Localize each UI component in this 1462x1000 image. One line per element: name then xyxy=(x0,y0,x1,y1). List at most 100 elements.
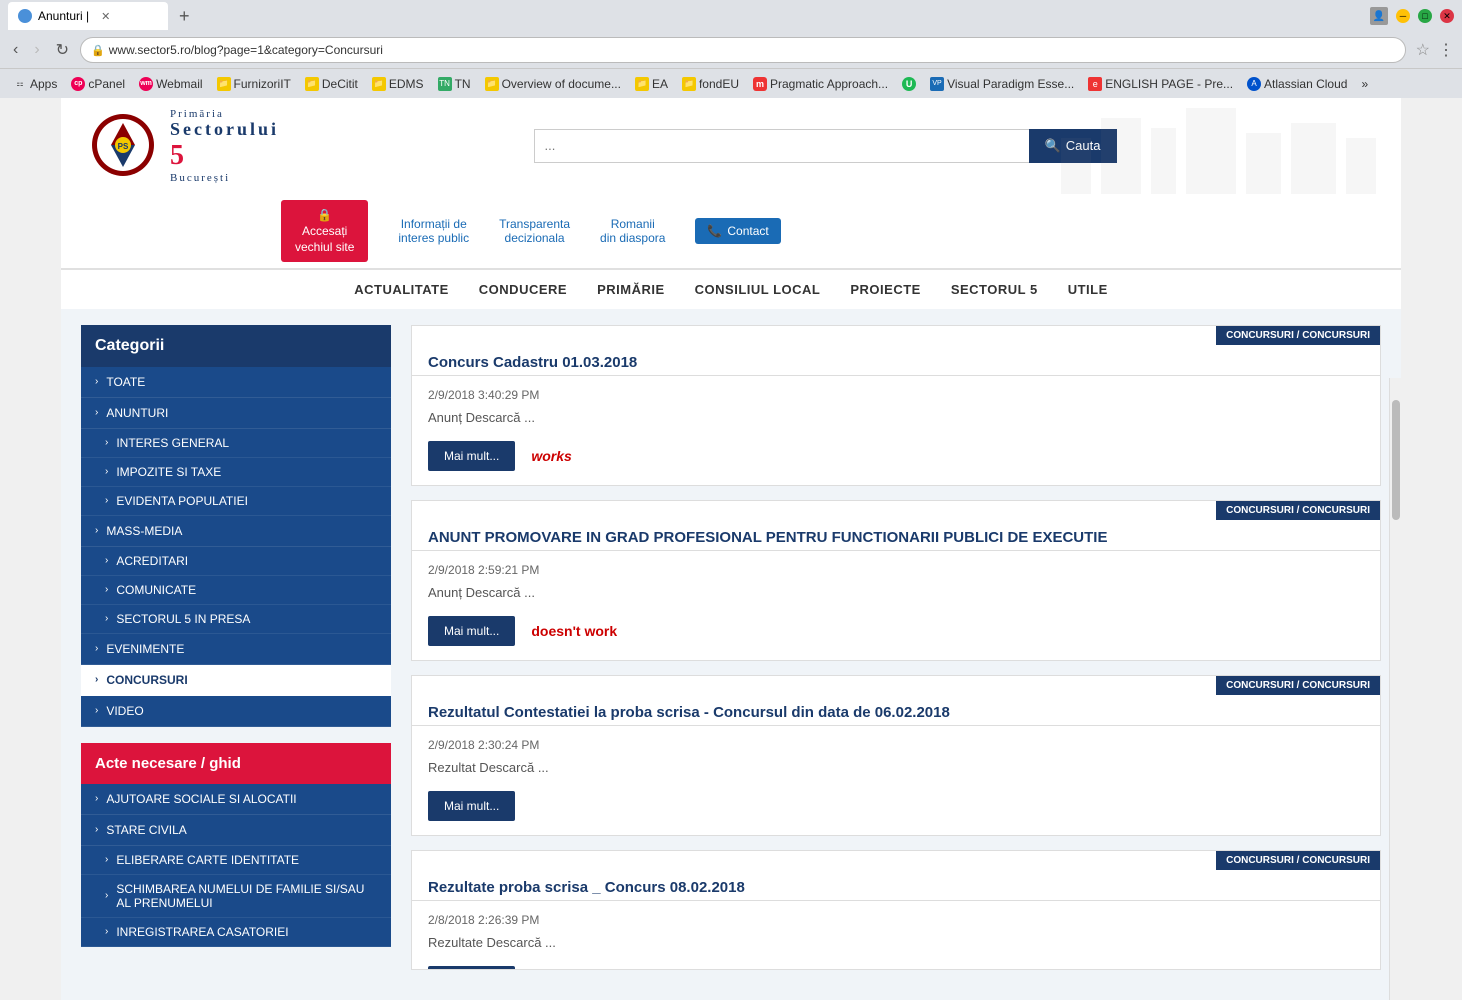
sidebar-item-stare-civila[interactable]: › STARE CIVILA xyxy=(81,815,391,846)
post-tag-3: CONCURSURI / CONCURSURI xyxy=(1216,676,1380,695)
address-text: www.sector5.ro/blog?page=1&category=Conc… xyxy=(109,43,383,57)
chevron-icon: › xyxy=(105,926,108,937)
scrollbar-thumb[interactable] xyxy=(1392,400,1400,520)
sidebar-item-video[interactable]: › VIDEO xyxy=(81,696,391,727)
bookmark-edms-label: EDMS xyxy=(389,77,424,91)
sidebar-item-evidenta[interactable]: › EVIDENTA POPULATIEI xyxy=(81,487,391,516)
nav-actualitate[interactable]: ACTUALITATE xyxy=(354,278,449,301)
info-public-item[interactable]: Informații de interes public xyxy=(398,217,469,245)
sidebar-item-impozite-label: IMPOZITE SI TAXE xyxy=(116,465,221,479)
nav-primarie[interactable]: PRIMĂRIE xyxy=(597,278,665,301)
minimize-button[interactable]: ─ xyxy=(1396,9,1410,23)
nav-proiecte[interactable]: PROIECTE xyxy=(850,278,920,301)
bookmark-atlassian[interactable]: A Atlassian Cloud xyxy=(1242,75,1352,93)
tn-icon: TN xyxy=(438,77,452,91)
bookmark-decitit[interactable]: 📁 DeCitit xyxy=(300,75,363,93)
maximize-button[interactable]: □ xyxy=(1418,9,1432,23)
forward-button[interactable]: › xyxy=(29,39,44,61)
bookmark-more[interactable]: » xyxy=(1356,75,1373,93)
tab-close-button[interactable]: ✕ xyxy=(101,10,110,23)
chevron-icon: › xyxy=(105,555,108,566)
post-tag-1: CONCURSURI / CONCURSURI xyxy=(1216,326,1380,345)
post-meta-3: 2/9/2018 2:30:24 PM xyxy=(412,732,1380,758)
sidebar-item-toate[interactable]: › TOATE xyxy=(81,367,391,398)
coat-of-arms-svg: PS xyxy=(91,113,156,178)
vp-icon: VP xyxy=(930,77,944,91)
bookmark-edms[interactable]: 📁 EDMS xyxy=(367,75,429,93)
search-area: 🔍 Cauta xyxy=(295,129,1355,163)
sidebar-item-evenimente[interactable]: › EVENIMENTE xyxy=(81,634,391,665)
categories-list: › TOATE › ANUNTURI › INTERES GENERAL › I… xyxy=(81,367,391,727)
mai-mult-btn-2[interactable]: Mai mult... xyxy=(428,616,515,646)
mai-mult-btn-4[interactable]: Mai mult... xyxy=(428,966,515,970)
bookmark-apps[interactable]: ⚏ Apps xyxy=(8,75,62,93)
logo-area: PS Primăria Sectorului 5 București xyxy=(91,108,279,184)
overview-icon: 📁 xyxy=(485,77,499,91)
sidebar-item-sectorul5-presa[interactable]: › SECTORUL 5 IN PRESA xyxy=(81,605,391,634)
bookmark-star-button[interactable]: ☆ xyxy=(1416,40,1430,60)
bookmark-ea[interactable]: 📁 EA xyxy=(630,75,673,93)
bookmark-tn[interactable]: TN TN xyxy=(433,75,476,93)
nav-conducere[interactable]: CONDUCERE xyxy=(479,278,567,301)
back-button[interactable]: ‹ xyxy=(8,39,23,61)
mai-mult-btn-1[interactable]: Mai mult... xyxy=(428,441,515,471)
tab-title: Anunturi | xyxy=(38,9,89,23)
reload-button[interactable]: ↻ xyxy=(51,38,74,62)
bookmark-vp[interactable]: VP Visual Paradigm Esse... xyxy=(925,75,1079,93)
search-button[interactable]: 🔍 Cauta xyxy=(1029,129,1117,163)
sidebar-item-mass-media[interactable]: › MASS-MEDIA xyxy=(81,516,391,547)
browser-tab[interactable]: Anunturi | ✕ xyxy=(8,2,168,30)
chevron-icon: › xyxy=(95,407,98,418)
nav-consiliul-local[interactable]: CONSILIUL LOCAL xyxy=(695,278,821,301)
cpanel-icon: cp xyxy=(71,77,85,91)
sidebar-item-casatorie[interactable]: › INREGISTRAREA CASATORIEI xyxy=(81,918,391,947)
bookmark-u[interactable]: U xyxy=(897,75,921,93)
chevron-icon: › xyxy=(95,793,98,804)
bookmark-more-label: » xyxy=(1361,77,1368,91)
sidebar-item-anunturi[interactable]: › ANUNTURI xyxy=(81,398,391,429)
info-transparenta-item[interactable]: Transparenta decizionala xyxy=(499,217,570,245)
post-btn-area-4: Mai mult... xyxy=(412,960,1380,970)
sidebar-item-eliberare[interactable]: › ELIBERARE CARTE IDENTITATE xyxy=(81,846,391,875)
title-bar: Anunturi | ✕ + 👤 ─ □ ✕ xyxy=(0,0,1462,32)
post-meta-4: 2/8/2018 2:26:39 PM xyxy=(412,907,1380,933)
address-bar[interactable]: 🔒 www.sector5.ro/blog?page=1&category=Co… xyxy=(80,37,1406,63)
accesati-btn[interactable]: 🔒 Accesați vechiul site xyxy=(281,200,368,262)
nav-utile[interactable]: UTILE xyxy=(1068,278,1108,301)
close-button[interactable]: ✕ xyxy=(1440,9,1454,23)
bookmark-english[interactable]: e ENGLISH PAGE - Pre... xyxy=(1083,75,1238,93)
sidebar-item-ajutoare[interactable]: › AJUTOARE SOCIALE SI ALOCATII xyxy=(81,784,391,815)
bookmark-webmail-label: Webmail xyxy=(156,77,202,91)
title-bar-left: Anunturi | ✕ + xyxy=(8,2,195,30)
post-tag-2: CONCURSURI / CONCURSURI xyxy=(1216,501,1380,520)
nav-sectorul5[interactable]: SECTORUL 5 xyxy=(951,278,1038,301)
bookmarks-bar: ⚏ Apps cp cPanel wm Webmail 📁 FurnizoriI… xyxy=(0,68,1462,98)
sidebar-item-concursuri[interactable]: › CONCURSURI xyxy=(81,665,391,696)
sidebar-item-evidenta-label: EVIDENTA POPULATIEI xyxy=(116,494,248,508)
bookmark-m[interactable]: m Pragmatic Approach... xyxy=(748,75,893,93)
sidebar-item-comunicate[interactable]: › COMUNICATE xyxy=(81,576,391,605)
contact-button[interactable]: 📞 Contact xyxy=(695,218,780,244)
bookmark-cpanel[interactable]: cp cPanel xyxy=(66,75,130,93)
bookmark-webmail[interactable]: wm Webmail xyxy=(134,75,207,93)
quick-nav-strip: 🔒 Accesați vechiul site Informații de in… xyxy=(61,194,1401,268)
bookmark-fondeu[interactable]: 📁 fondEU xyxy=(677,75,744,93)
bookmark-vp-label: Visual Paradigm Esse... xyxy=(947,77,1074,91)
user-icon[interactable]: 👤 xyxy=(1370,7,1388,25)
sidebar-item-acreditari[interactable]: › ACREDITARI xyxy=(81,547,391,576)
browser-menu-button[interactable]: ⋮ xyxy=(1438,40,1454,60)
new-tab-button[interactable]: + xyxy=(174,4,195,29)
sidebar-item-impozite[interactable]: › IMPOZITE SI TAXE xyxy=(81,458,391,487)
info2-line1: Transparenta xyxy=(499,217,570,231)
bookmark-cpanel-label: cPanel xyxy=(88,77,125,91)
search-input[interactable] xyxy=(534,129,1029,163)
info-romanii-item[interactable]: Romanii din diaspora xyxy=(600,217,665,245)
mai-mult-btn-3[interactable]: Mai mult... xyxy=(428,791,515,821)
chevron-icon: › xyxy=(95,525,98,536)
bookmark-furnizoriit[interactable]: 📁 FurnizoriIT xyxy=(212,75,296,93)
sidebar-item-interes-general[interactable]: › INTERES GENERAL xyxy=(81,429,391,458)
bookmark-overview[interactable]: 📁 Overview of docume... xyxy=(480,75,626,93)
chevron-icon: › xyxy=(95,643,98,654)
sidebar-item-schimbare-nume[interactable]: › SCHIMBAREA NUMELUI DE FAMILIE SI/SAU A… xyxy=(81,875,391,918)
sidebar-item-stare-civila-label: STARE CIVILA xyxy=(106,823,186,837)
